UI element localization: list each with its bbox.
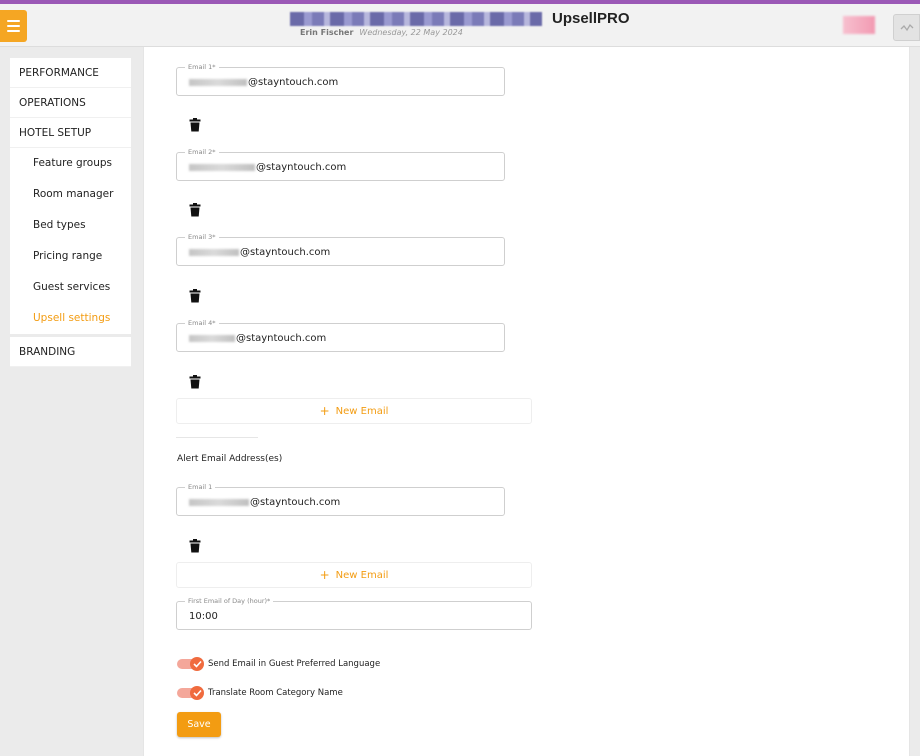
language-flag-icon[interactable] bbox=[843, 16, 875, 34]
alert-section-title: Alert Email Address(es) bbox=[177, 454, 283, 464]
sidebar-item-upsell-settings[interactable]: Upsell settings bbox=[10, 303, 131, 334]
redacted-local-part bbox=[189, 499, 249, 506]
first-email-hour-field[interactable]: First Email of Day (hour)* 10:00 bbox=[176, 597, 532, 630]
sidebar-item-pricing-range[interactable]: Pricing range bbox=[10, 241, 131, 272]
email-1-domain: @stayntouch.com bbox=[248, 77, 339, 88]
email-4-domain: @stayntouch.com bbox=[236, 333, 327, 344]
delete-email-2-icon[interactable] bbox=[189, 203, 201, 217]
translate-room-label: Translate Room Category Name bbox=[208, 687, 343, 698]
checkmark-icon bbox=[190, 686, 204, 700]
sidebar: PERFORMANCE OPERATIONS HOTEL SETUP Featu… bbox=[10, 58, 131, 369]
email-2-value[interactable]: @stayntouch.com bbox=[189, 162, 346, 173]
sidebar-item-feature-groups[interactable]: Feature groups bbox=[10, 148, 131, 179]
section-divider bbox=[176, 437, 258, 438]
save-button[interactable]: Save bbox=[177, 712, 221, 737]
email-4-label: Email 4* bbox=[185, 319, 219, 328]
hamburger-menu-icon[interactable] bbox=[0, 10, 27, 42]
sidebar-item-branding[interactable]: BRANDING bbox=[10, 337, 131, 367]
translate-room-toggle[interactable] bbox=[177, 686, 204, 700]
email-4-value[interactable]: @stayntouch.com bbox=[189, 333, 326, 344]
email-2-domain: @stayntouch.com bbox=[256, 162, 347, 173]
guest-language-toggle[interactable] bbox=[177, 657, 204, 671]
email-1-field[interactable]: Email 1* @stayntouch.com bbox=[176, 63, 505, 96]
add-alert-email-button[interactable]: + New Email bbox=[176, 562, 532, 588]
redacted-local-part bbox=[189, 249, 239, 256]
guest-language-toggle-row[interactable]: Send Email in Guest Preferred Language bbox=[177, 657, 381, 671]
sidebar-item-hotel-setup[interactable]: HOTEL SETUP bbox=[10, 118, 131, 148]
user-info: Erin Fischer Wednesday, 22 May 2024 bbox=[300, 28, 463, 37]
redacted-local-part bbox=[189, 79, 247, 86]
alert-email-1-value[interactable]: @stayntouch.com bbox=[189, 497, 340, 508]
plus-icon: + bbox=[319, 568, 330, 582]
sidebar-item-bed-types[interactable]: Bed types bbox=[10, 210, 131, 241]
alert-email-1-domain: @stayntouch.com bbox=[250, 497, 341, 508]
translate-room-toggle-row[interactable]: Translate Room Category Name bbox=[177, 686, 343, 700]
email-3-label: Email 3* bbox=[185, 233, 219, 242]
first-email-hour-value[interactable]: 10:00 bbox=[189, 611, 218, 622]
email-2-label: Email 2* bbox=[185, 148, 219, 157]
upsell-settings-form: Email 1* @stayntouch.com Email 2* @stayn… bbox=[143, 47, 910, 756]
sidebar-item-room-manager[interactable]: Room manager bbox=[10, 179, 131, 210]
guest-language-label: Send Email in Guest Preferred Language bbox=[208, 658, 381, 669]
app-name: UpsellPRO bbox=[552, 10, 630, 27]
email-3-value[interactable]: @stayntouch.com bbox=[189, 247, 330, 258]
sidebar-item-guest-services[interactable]: Guest services bbox=[10, 272, 131, 303]
email-4-field[interactable]: Email 4* @stayntouch.com bbox=[176, 319, 505, 352]
sidebar-item-operations[interactable]: OPERATIONS bbox=[10, 88, 131, 118]
app-header: UpsellPRO Erin Fischer Wednesday, 22 May … bbox=[0, 4, 920, 47]
add-alert-email-label: New Email bbox=[335, 569, 389, 581]
email-1-label: Email 1* bbox=[185, 63, 219, 72]
email-3-domain: @stayntouch.com bbox=[240, 247, 331, 258]
email-3-field[interactable]: Email 3* @stayntouch.com bbox=[176, 233, 505, 266]
alert-email-1-field[interactable]: Email 1 @stayntouch.com bbox=[176, 483, 505, 516]
redacted-local-part bbox=[189, 164, 255, 171]
checkmark-icon bbox=[190, 657, 204, 671]
user-name: Erin Fischer bbox=[300, 28, 354, 37]
activity-chart-icon[interactable] bbox=[893, 14, 920, 41]
redacted-local-part bbox=[189, 335, 235, 342]
first-email-hour-label: First Email of Day (hour)* bbox=[185, 597, 274, 606]
delete-email-1-icon[interactable] bbox=[189, 118, 201, 132]
delete-alert-email-1-icon[interactable] bbox=[189, 539, 201, 553]
delete-email-4-icon[interactable] bbox=[189, 375, 201, 389]
email-1-value[interactable]: @stayntouch.com bbox=[189, 77, 338, 88]
email-2-field[interactable]: Email 2* @stayntouch.com bbox=[176, 148, 505, 181]
sidebar-item-performance[interactable]: PERFORMANCE bbox=[10, 58, 131, 88]
plus-icon: + bbox=[319, 404, 330, 418]
alert-email-1-label: Email 1 bbox=[185, 483, 216, 492]
hotel-name-redacted bbox=[290, 12, 542, 26]
current-date: Wednesday, 22 May 2024 bbox=[359, 28, 463, 37]
delete-email-3-icon[interactable] bbox=[189, 289, 201, 303]
add-upsell-email-button[interactable]: + New Email bbox=[176, 398, 532, 424]
add-upsell-email-label: New Email bbox=[335, 405, 389, 417]
